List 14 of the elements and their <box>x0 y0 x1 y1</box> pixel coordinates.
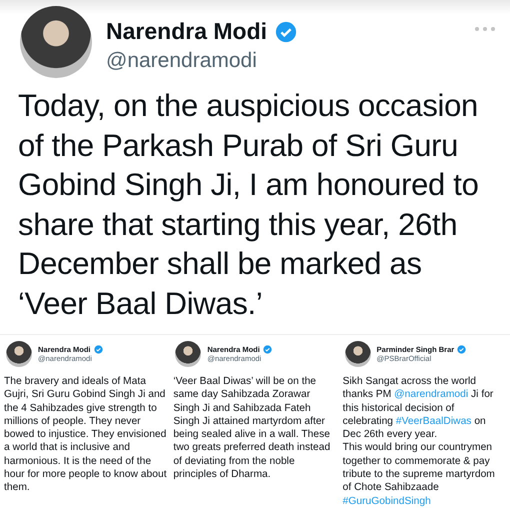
tweet-text: ‘Veer Baal Diwas’ will be on the same day Sahibzada Zorawar Singh Ji and Sahibzada Fateh Singh Ji attained martyrdom after being sealed alive in a wall. These two greats preferred death instead of deviating from the noble principles of Dharma. <box>173 375 332 482</box>
tweet-text: The bravery and ideals of Mata Gujri, Sri Guru Gobind Singh Ji and the 4 Sahibzades give strength to millions of people. They never bowed to injustice. They envisioned a world that is inclusive and harmonious. It is the need of the hour for more people to know about them. <box>4 375 168 495</box>
more-icon[interactable] <box>474 26 496 32</box>
link[interactable]: #GuruGobindSingh <box>342 496 431 507</box>
avatar <box>344 341 371 367</box>
tweet-text: Today, on the auspicious occasion of the Parkash Purab of Sri Guru Gobind Singh Ji, I am honoured to share that starting this year, 26th December shall be marked as ‘Veer Baal Diwas.’ <box>18 87 480 322</box>
link[interactable]: #VeerBaalDiwas <box>396 416 472 427</box>
link[interactable]: @narendramodi <box>394 389 468 400</box>
tweet-text: Sikh Sangat across the world thanks PM @narendramodi Ji for this historical decision of celebrating #VeerBaalDiwas on Dec 26th every year. <box>342 375 494 442</box>
tweet-text: This would bring our countrymen together to commemorate & pay tribute to the supreme martyrdom of Chote Sahibzaade #GuruGobindSingh <box>342 441 496 508</box>
user-name: Narendra Modi <box>106 18 268 45</box>
avatar <box>175 341 202 367</box>
user-handle: @narendramodi <box>106 49 258 73</box>
avatar <box>6 341 32 367</box>
